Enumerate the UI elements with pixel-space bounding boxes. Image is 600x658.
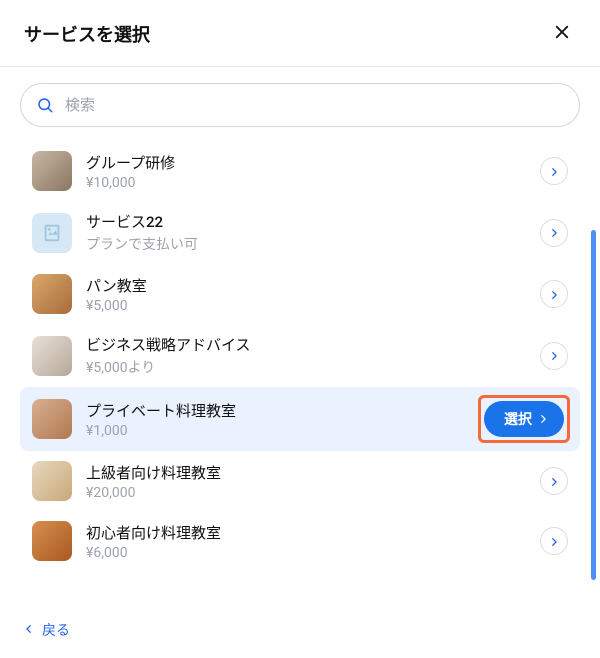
select-button-label: 選択 xyxy=(504,409,532,429)
service-list: グループ研修¥10,000サービス22プランで支払い可パン教室¥5,000ビジネ… xyxy=(20,141,580,571)
service-thumbnail xyxy=(32,399,72,439)
service-subtitle: ¥5,000 xyxy=(86,298,526,314)
service-item[interactable]: グループ研修 ¥10,000 xyxy=(20,141,580,201)
service-title: 初心者向け料理教室 xyxy=(86,522,526,543)
service-thumbnail xyxy=(32,521,72,561)
service-info: サービス22プランで支払い可 xyxy=(86,211,526,254)
back-link-label: 戻る xyxy=(42,620,70,640)
chevron-left-icon xyxy=(24,622,34,638)
service-subtitle: ¥10,000 xyxy=(86,175,526,191)
select-button[interactable]: 選択 xyxy=(484,401,564,437)
service-title: グループ研修 xyxy=(86,152,526,173)
chevron-right-icon xyxy=(538,411,548,427)
service-subtitle: ¥20,000 xyxy=(86,485,526,501)
service-info: グループ研修 ¥10,000 xyxy=(86,152,526,191)
service-action xyxy=(540,342,568,370)
service-open-button[interactable] xyxy=(540,342,568,370)
back-link[interactable]: 戻る xyxy=(24,620,70,640)
service-item[interactable]: 上級者向け料理教室 ¥20,000 xyxy=(20,451,580,511)
service-item[interactable]: パン教室 ¥5,000 xyxy=(20,264,580,324)
modal-footer: 戻る xyxy=(0,605,600,658)
service-subtitle: ¥6,000 xyxy=(86,545,526,561)
service-thumbnail xyxy=(32,274,72,314)
service-open-button[interactable] xyxy=(540,527,568,555)
service-title: パン教室 xyxy=(86,275,526,296)
service-action xyxy=(540,219,568,247)
service-subtitle: ¥1,000 xyxy=(86,423,466,439)
chevron-right-icon xyxy=(549,532,559,551)
service-subtitle: プランで支払い可 xyxy=(86,234,526,254)
modal-header: サービスを選択 xyxy=(0,0,600,67)
service-title: 上級者向け料理教室 xyxy=(86,462,526,483)
select-button-highlight: 選択 xyxy=(480,397,568,441)
chevron-right-icon xyxy=(549,285,559,304)
service-thumbnail xyxy=(32,336,72,376)
service-thumbnail xyxy=(32,151,72,191)
service-select-modal: サービスを選択 グループ研修¥10,000サービス22プランで支払い可パン教室¥… xyxy=(0,0,600,658)
service-open-button[interactable] xyxy=(540,280,568,308)
service-thumbnail xyxy=(32,213,72,253)
service-info: 初心者向け料理教室 ¥6,000 xyxy=(86,522,526,561)
service-action xyxy=(540,527,568,555)
close-button[interactable] xyxy=(548,20,576,48)
service-action xyxy=(540,280,568,308)
search-icon xyxy=(36,96,54,114)
chevron-right-icon xyxy=(549,346,559,365)
service-item[interactable]: プライベート料理教室 ¥1,000 選択 xyxy=(20,387,580,451)
service-title: プライベート料理教室 xyxy=(86,400,466,421)
service-open-button[interactable] xyxy=(540,219,568,247)
scrollbar-thumb[interactable] xyxy=(591,230,596,580)
service-item[interactable]: ビジネス戦略アドバイス¥5,000より xyxy=(20,324,580,387)
service-thumbnail xyxy=(32,461,72,501)
service-title: ビジネス戦略アドバイス xyxy=(86,334,526,355)
service-open-button[interactable] xyxy=(540,467,568,495)
search-field-wrap xyxy=(20,83,580,127)
service-info: ビジネス戦略アドバイス¥5,000より xyxy=(86,334,526,377)
service-info: プライベート料理教室 ¥1,000 xyxy=(86,400,466,439)
service-item[interactable]: サービス22プランで支払い可 xyxy=(20,201,580,264)
service-open-button[interactable] xyxy=(540,157,568,185)
search-input[interactable] xyxy=(20,83,580,127)
chevron-right-icon xyxy=(549,223,559,242)
service-info: パン教室 ¥5,000 xyxy=(86,275,526,314)
modal-title: サービスを選択 xyxy=(24,21,150,47)
service-title: サービス22 xyxy=(86,211,526,232)
chevron-right-icon xyxy=(549,162,559,181)
chevron-right-icon xyxy=(549,472,559,491)
service-action xyxy=(540,467,568,495)
service-action xyxy=(540,157,568,185)
service-subtitle: ¥5,000より xyxy=(86,357,526,377)
service-item[interactable]: 初心者向け料理教室 ¥6,000 xyxy=(20,511,580,571)
image-placeholder-icon xyxy=(41,222,63,244)
service-info: 上級者向け料理教室 ¥20,000 xyxy=(86,462,526,501)
service-action: 選択 xyxy=(480,397,568,441)
close-icon xyxy=(553,23,571,45)
modal-body: グループ研修¥10,000サービス22プランで支払い可パン教室¥5,000ビジネ… xyxy=(0,67,600,605)
